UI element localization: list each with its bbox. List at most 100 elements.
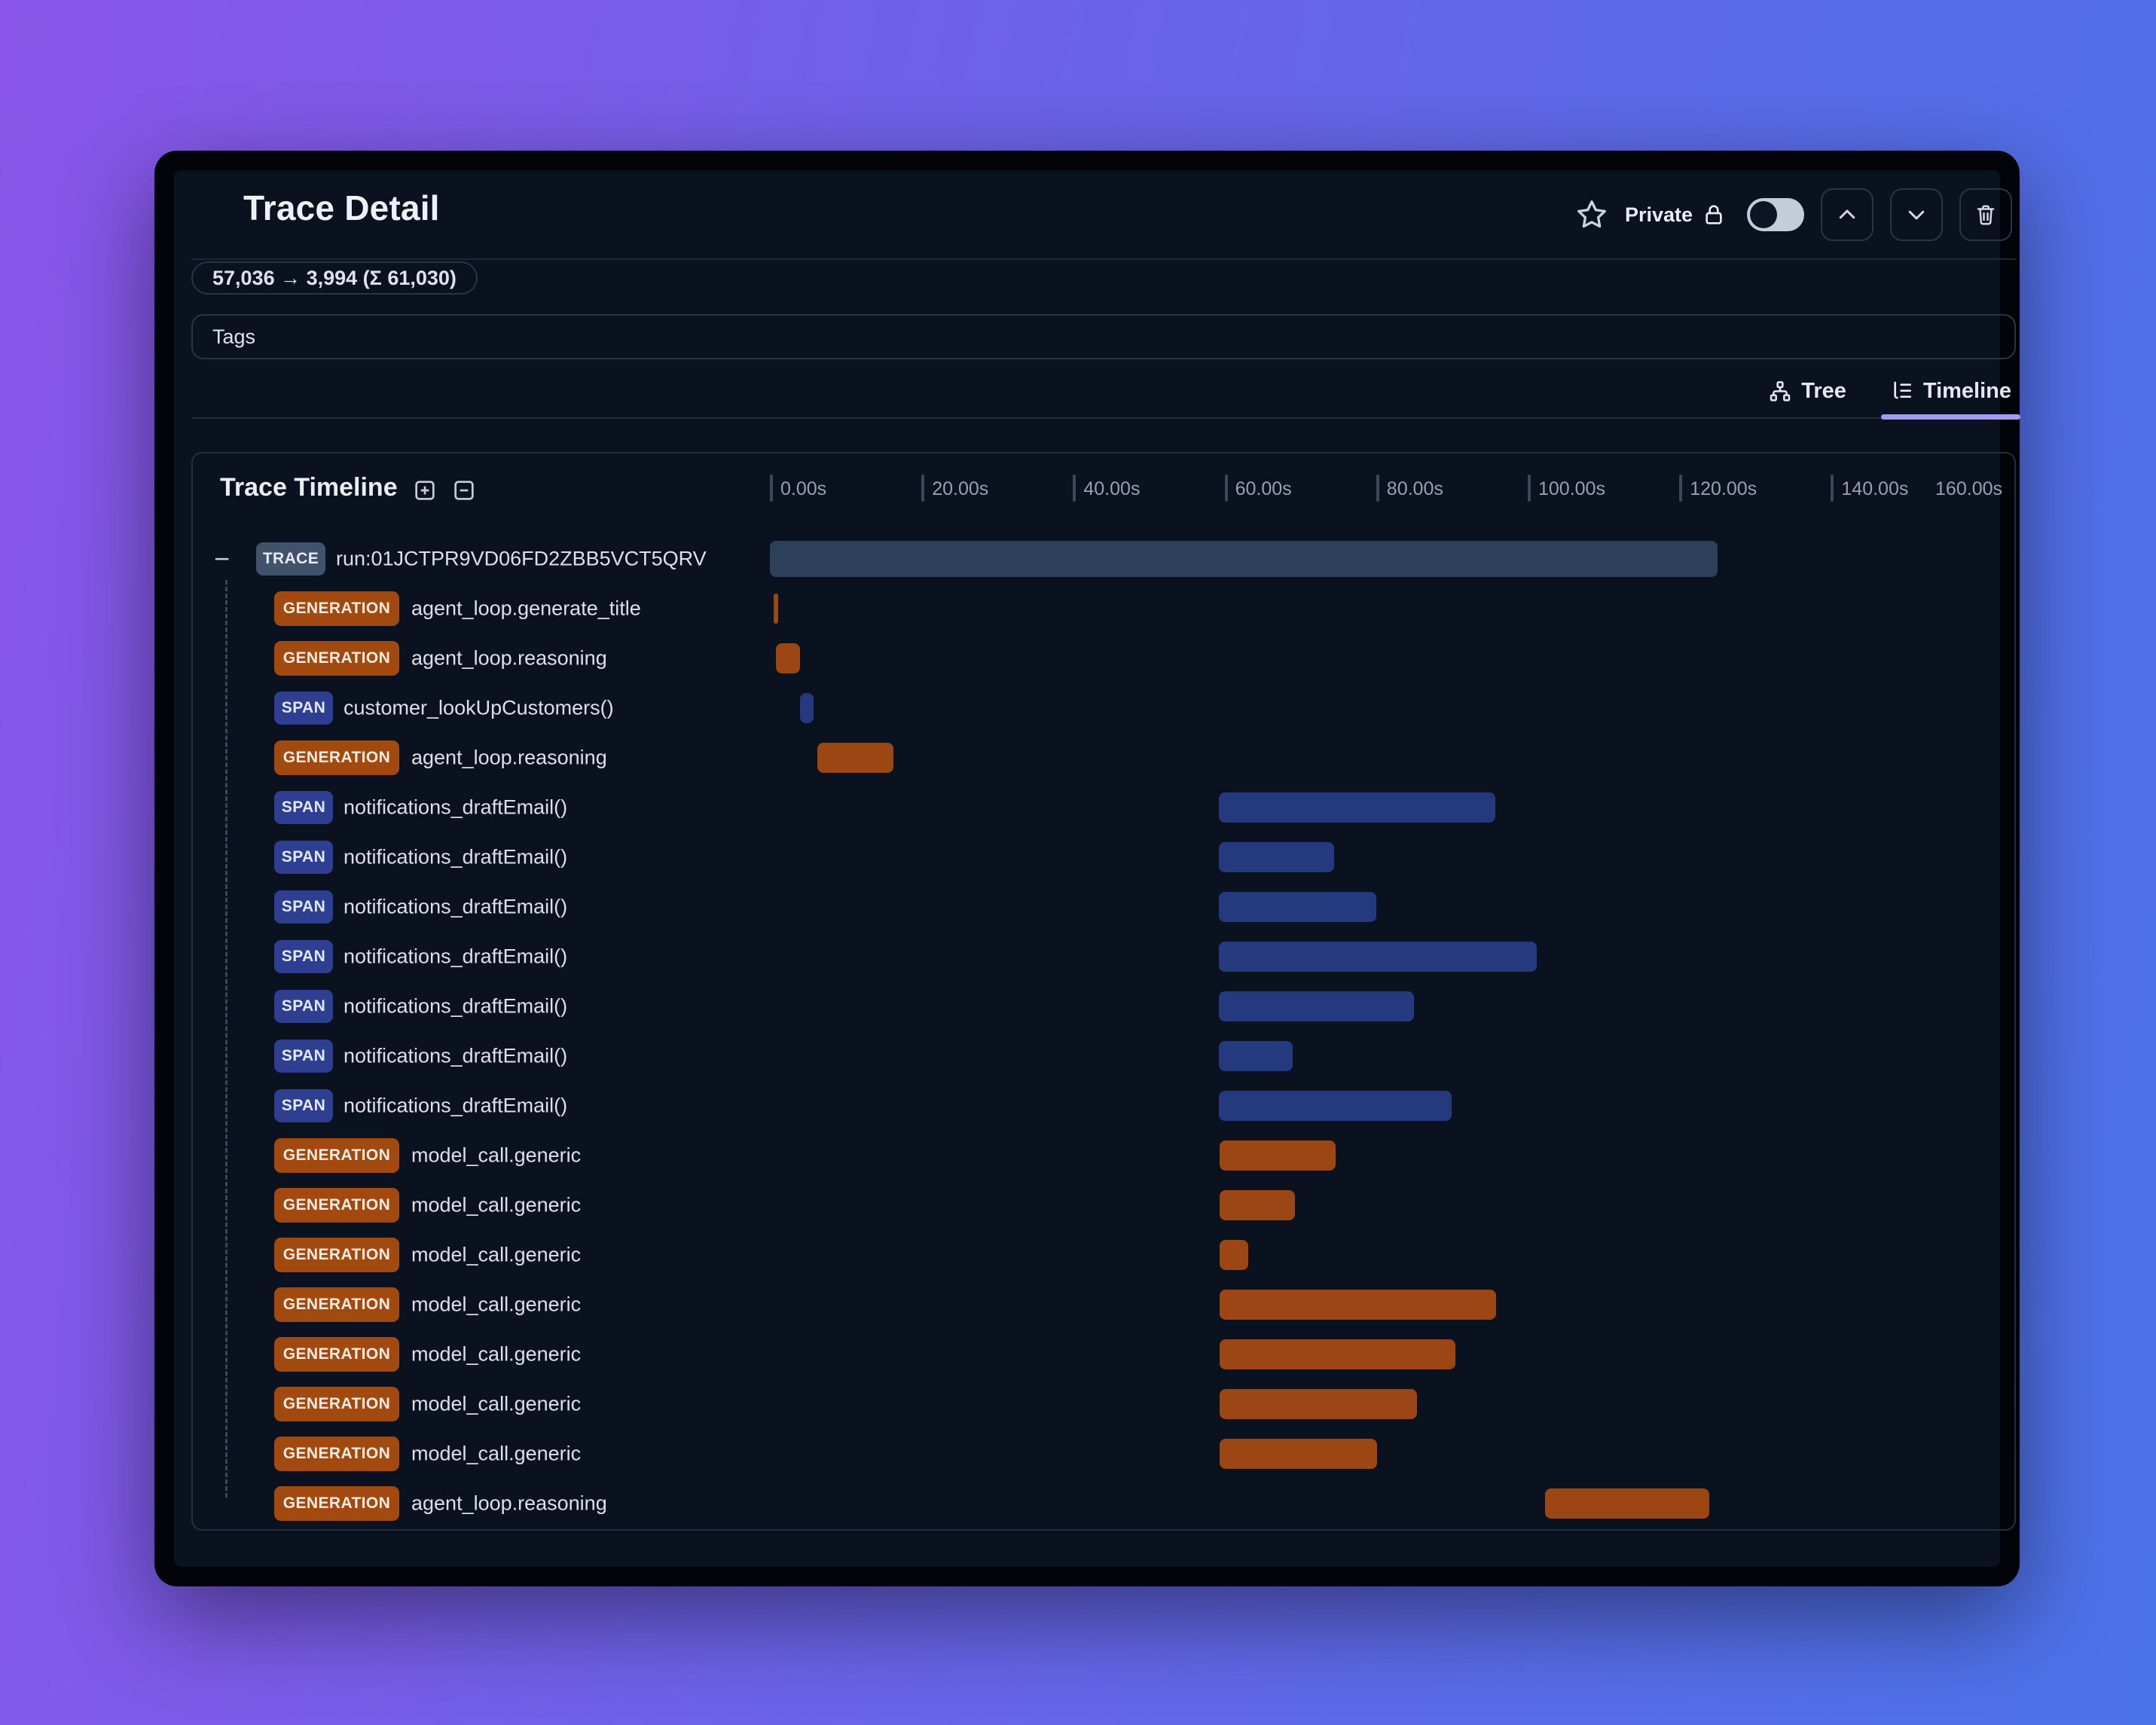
- duration-bar[interactable]: [1545, 1488, 1710, 1519]
- axis-tick-label: 160.00s: [1935, 478, 2002, 499]
- token-usage-badge: 57,036 → 3,994 (Σ 61,030): [191, 261, 478, 295]
- timeline-row[interactable]: GENERATION model_call.generic: [193, 1131, 2014, 1180]
- timeline-row[interactable]: SPAN notifications_draftEmail(): [193, 882, 2014, 932]
- observation-type-badge: GENERATION: [274, 591, 399, 626]
- timeline-row[interactable]: SPAN notifications_draftEmail(): [193, 982, 2014, 1031]
- duration-bar[interactable]: [770, 541, 1718, 577]
- duration-bar[interactable]: [1218, 942, 1538, 972]
- duration-bar[interactable]: [1218, 1091, 1452, 1121]
- navigate-down-button[interactable]: [1890, 188, 1943, 241]
- duration-bar[interactable]: [1219, 1140, 1336, 1171]
- dialog-body: Trace Detail Private 57,036 → 3,994 (Σ 6…: [174, 170, 2021, 1567]
- observation-type-badge: SPAN: [274, 1040, 333, 1073]
- observation-type-badge: SPAN: [274, 990, 333, 1023]
- duration-bar[interactable]: [776, 643, 801, 673]
- chevron-down-icon: [1908, 210, 1925, 220]
- timeline-row[interactable]: GENERATION model_call.generic: [193, 1180, 2014, 1230]
- timeline-row[interactable]: GENERATION model_call.generic: [193, 1230, 2014, 1280]
- tab-timeline[interactable]: Timeline: [1880, 379, 2021, 420]
- lock-icon: [1702, 203, 1726, 227]
- axis-tick-label: 0.00s: [780, 478, 827, 499]
- duration-bar[interactable]: [1219, 1339, 1456, 1369]
- timeline-row[interactable]: GENERATION agent_loop.reasoning: [193, 733, 2014, 783]
- collapse-toggle-icon[interactable]: −: [214, 545, 230, 572]
- observation-type-badge: SPAN: [274, 791, 333, 824]
- star-icon[interactable]: [1575, 198, 1608, 231]
- timeline-row[interactable]: − TRACE run:01JCTPR9VD06FD2ZBB5VCT5QRV: [193, 534, 2014, 584]
- tab-timeline-label: Timeline: [1922, 379, 2011, 403]
- observation-label: notifications_draftEmail(): [344, 895, 568, 918]
- timeline-row[interactable]: SPAN notifications_draftEmail(): [193, 1031, 2014, 1081]
- axis-tick: [1679, 475, 1683, 502]
- axis-tick: [921, 475, 925, 502]
- timeline-row[interactable]: GENERATION agent_loop.reasoning: [193, 1479, 2014, 1528]
- axis-tick-label: 100.00s: [1538, 478, 1605, 499]
- observation-label: model_call.generic: [411, 1193, 582, 1217]
- observation-type-badge: SPAN: [274, 841, 333, 874]
- axis-tick-label: 20.00s: [932, 478, 989, 499]
- duration-bar[interactable]: [1219, 1190, 1296, 1220]
- timeline-row[interactable]: GENERATION model_call.generic: [193, 1330, 2014, 1379]
- timeline-icon: [1890, 380, 1914, 404]
- tags-input[interactable]: Tags: [191, 314, 2016, 359]
- axis-tick: [1376, 475, 1379, 502]
- observation-label: model_call.generic: [411, 1392, 582, 1415]
- duration-bar[interactable]: [1218, 842, 1335, 872]
- privacy-label: Private: [1624, 203, 1693, 226]
- duration-bar[interactable]: [817, 743, 893, 773]
- duration-bar[interactable]: [1219, 1389, 1418, 1419]
- observation-type-badge: GENERATION: [274, 740, 399, 775]
- delete-button[interactable]: [1959, 188, 2012, 241]
- observation-type-badge: TRACE: [256, 542, 325, 576]
- duration-bar[interactable]: [1219, 1290, 1496, 1320]
- observation-label: model_call.generic: [411, 1293, 582, 1316]
- observation-label: model_call.generic: [411, 1143, 582, 1167]
- observation-label: notifications_draftEmail(): [344, 994, 568, 1018]
- trash-icon: [1977, 205, 1995, 225]
- chevron-up-icon: [1839, 209, 1855, 219]
- duration-bar[interactable]: [800, 693, 814, 723]
- timeline-row[interactable]: SPAN customer_lookUpCustomers(): [193, 683, 2014, 733]
- duration-bar[interactable]: [1219, 1240, 1248, 1270]
- duration-bar[interactable]: [1218, 892, 1376, 922]
- duration-bar[interactable]: [1218, 1041, 1293, 1071]
- plus-square-icon[interactable]: [413, 478, 437, 502]
- axis-tick: [1528, 475, 1531, 502]
- observation-type-badge: GENERATION: [274, 1337, 399, 1372]
- timeline-row[interactable]: GENERATION agent_loop.reasoning: [193, 634, 2014, 683]
- observation-label: notifications_draftEmail(): [344, 1044, 568, 1067]
- tab-tree[interactable]: Tree: [1764, 379, 1851, 417]
- timeline-row[interactable]: GENERATION model_call.generic: [193, 1429, 2014, 1479]
- timeline-row[interactable]: SPAN notifications_draftEmail(): [193, 1081, 2014, 1131]
- timeline-row[interactable]: GENERATION model_call.generic: [193, 1379, 2014, 1429]
- minus-square-icon[interactable]: [452, 478, 476, 502]
- timeline-row[interactable]: GENERATION model_call.generic: [193, 1280, 2014, 1330]
- tree-icon: [1768, 380, 1792, 404]
- axis-tick: [1073, 475, 1076, 502]
- privacy-toggle[interactable]: [1747, 198, 1804, 231]
- observation-type-badge: GENERATION: [274, 641, 399, 676]
- tags-label: Tags: [212, 325, 256, 348]
- tab-tree-label: Tree: [1801, 379, 1846, 403]
- duration-bar[interactable]: [774, 594, 779, 624]
- trace-detail-dialog: Trace Detail Private 57,036 → 3,994 (Σ 6…: [154, 151, 2021, 1586]
- observation-label: agent_loop.generate_title: [411, 597, 641, 620]
- timeline-row[interactable]: SPAN notifications_draftEmail(): [193, 832, 2014, 882]
- duration-bar[interactable]: [1219, 1439, 1377, 1469]
- view-tabbar: Tree Timeline: [191, 374, 2021, 420]
- timeline-row[interactable]: SPAN notifications_draftEmail(): [193, 783, 2014, 832]
- axis-tick: [770, 475, 773, 502]
- timeline-panel-title: Trace Timeline: [220, 473, 398, 502]
- navigate-up-button[interactable]: [1821, 188, 1874, 241]
- duration-bar[interactable]: [1218, 991, 1415, 1021]
- observation-label: customer_lookUpCustomers(): [344, 696, 614, 719]
- trace-timeline-panel: Trace Timeline 0.00s 20.00s 40.00s 60.00s 80…: [191, 452, 2016, 1531]
- observation-type-badge: GENERATION: [274, 1436, 399, 1471]
- timeline-row[interactable]: SPAN notifications_draftEmail(): [193, 932, 2014, 982]
- timeline-row[interactable]: GENERATION agent_loop.generate_title: [193, 584, 2014, 634]
- header-divider: [191, 258, 2016, 260]
- observation-label: run:01JCTPR9VD06FD2ZBB5VCT5QRV: [336, 547, 707, 570]
- page-title: Trace Detail: [243, 188, 440, 227]
- axis-tick: [1224, 475, 1228, 502]
- duration-bar[interactable]: [1218, 792, 1495, 823]
